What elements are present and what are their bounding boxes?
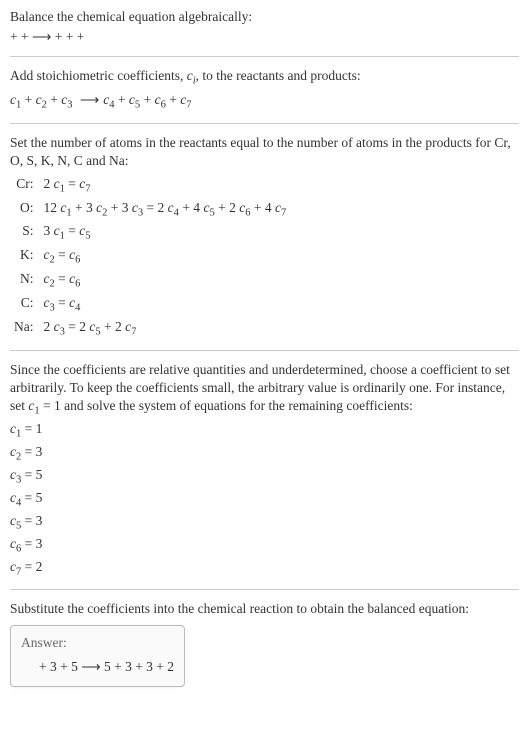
solution-row: c2 = 3 (10, 443, 519, 465)
stoich-equation: c1 + c2 + c3 ⟶ c4 + c5 + c6 + c7 (10, 91, 519, 113)
divider (10, 589, 519, 590)
answer-label: Answer: (21, 634, 174, 652)
solution-row: c7 = 2 (10, 558, 519, 580)
solution-row: c6 = 3 (10, 535, 519, 557)
atoms-text: Set the number of atoms in the reactants… (10, 134, 519, 170)
divider (10, 350, 519, 351)
atom-element: C: (14, 294, 34, 316)
atom-equation: 2 c1 = c7 (44, 175, 520, 197)
atom-element: Cr: (14, 175, 34, 197)
divider (10, 123, 519, 124)
stoich-text: Add stoichiometric coefficients, ci, to … (10, 67, 519, 89)
atom-element: K: (14, 246, 34, 268)
atom-element: N: (14, 270, 34, 292)
atom-equation: 12 c1 + 3 c2 + 3 c3 = 2 c4 + 4 c5 + 2 c6… (44, 199, 520, 221)
intro-line1: Balance the chemical equation algebraica… (10, 8, 519, 26)
subst-text: Substitute the coefficients into the che… (10, 600, 519, 618)
atom-element: Na: (14, 318, 34, 340)
atom-equation: c3 = c4 (44, 294, 520, 316)
choose-text-b: = 1 and solve the system of equations fo… (40, 398, 413, 413)
atom-equation: 3 c1 = c5 (44, 222, 520, 244)
solution-row: c1 = 1 (10, 420, 519, 442)
solution-row: c3 = 5 (10, 466, 519, 488)
atom-equation: c2 = c6 (44, 246, 520, 268)
solutions-list: c1 = 1c2 = 3c3 = 5c4 = 5c5 = 3c6 = 3c7 =… (10, 420, 519, 579)
choose-text: Since the coefficients are relative quan… (10, 361, 519, 419)
solution-row: c5 = 3 (10, 512, 519, 534)
solution-row: c4 = 5 (10, 489, 519, 511)
atom-element: S: (14, 222, 34, 244)
atom-equation: c2 = c6 (44, 270, 520, 292)
atom-element: O: (14, 199, 34, 221)
answer-box: Answer: + 3 + 5 ⟶ 5 + 3 + 3 + 2 (10, 625, 185, 687)
divider (10, 56, 519, 57)
stoich-text-b: , to the reactants and products: (196, 68, 361, 83)
stoich-text-a: Add stoichiometric coefficients, (10, 68, 187, 83)
atoms-table: Cr: 2 c1 = c7 O: 12 c1 + 3 c2 + 3 c3 = 2 c4… (14, 175, 519, 340)
atom-equation: 2 c3 = 2 c5 + 2 c7 (44, 318, 520, 340)
intro-reaction: + + ⟶ + + + (10, 28, 519, 46)
answer-equation: + 3 + 5 ⟶ 5 + 3 + 3 + 2 (21, 658, 174, 676)
